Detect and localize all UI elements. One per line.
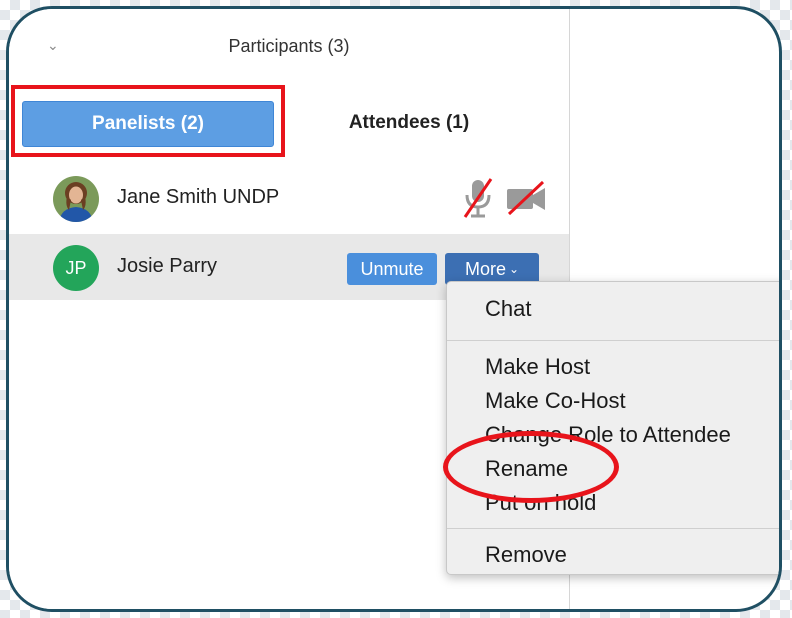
menu-separator <box>447 528 779 529</box>
menu-item-make-co-host[interactable]: Make Co-Host <box>485 388 626 414</box>
avatar <box>53 176 99 222</box>
window-frame: ⌄ Participants (3) Panelists (2) Attende… <box>6 6 782 612</box>
highlight-circle <box>443 431 619 503</box>
more-menu: Chat Make Host Make Co-Host Change Role … <box>446 281 779 575</box>
video-off-icon[interactable] <box>505 180 547 216</box>
unmute-button[interactable]: Unmute <box>347 253 437 285</box>
menu-item-remove[interactable]: Remove <box>485 542 567 568</box>
tab-panelists[interactable]: Panelists (2) <box>22 101 274 147</box>
menu-item-chat[interactable]: Chat <box>485 296 531 322</box>
menu-item-make-host[interactable]: Make Host <box>485 354 590 380</box>
participant-name: Jane Smith UNDP <box>117 186 280 208</box>
menu-separator <box>447 340 779 341</box>
avatar: JP <box>53 245 99 291</box>
tab-attendees[interactable]: Attendees (1) <box>309 101 509 145</box>
chevron-down-icon: ⌄ <box>508 262 520 276</box>
mic-muted-icon[interactable] <box>461 177 495 219</box>
more-button-label: More <box>464 258 506 279</box>
participant-row[interactable]: Jane Smith UNDP <box>9 165 569 231</box>
panel-title: Participants (3) <box>228 36 350 56</box>
participant-name: Josie Parry <box>117 255 218 277</box>
